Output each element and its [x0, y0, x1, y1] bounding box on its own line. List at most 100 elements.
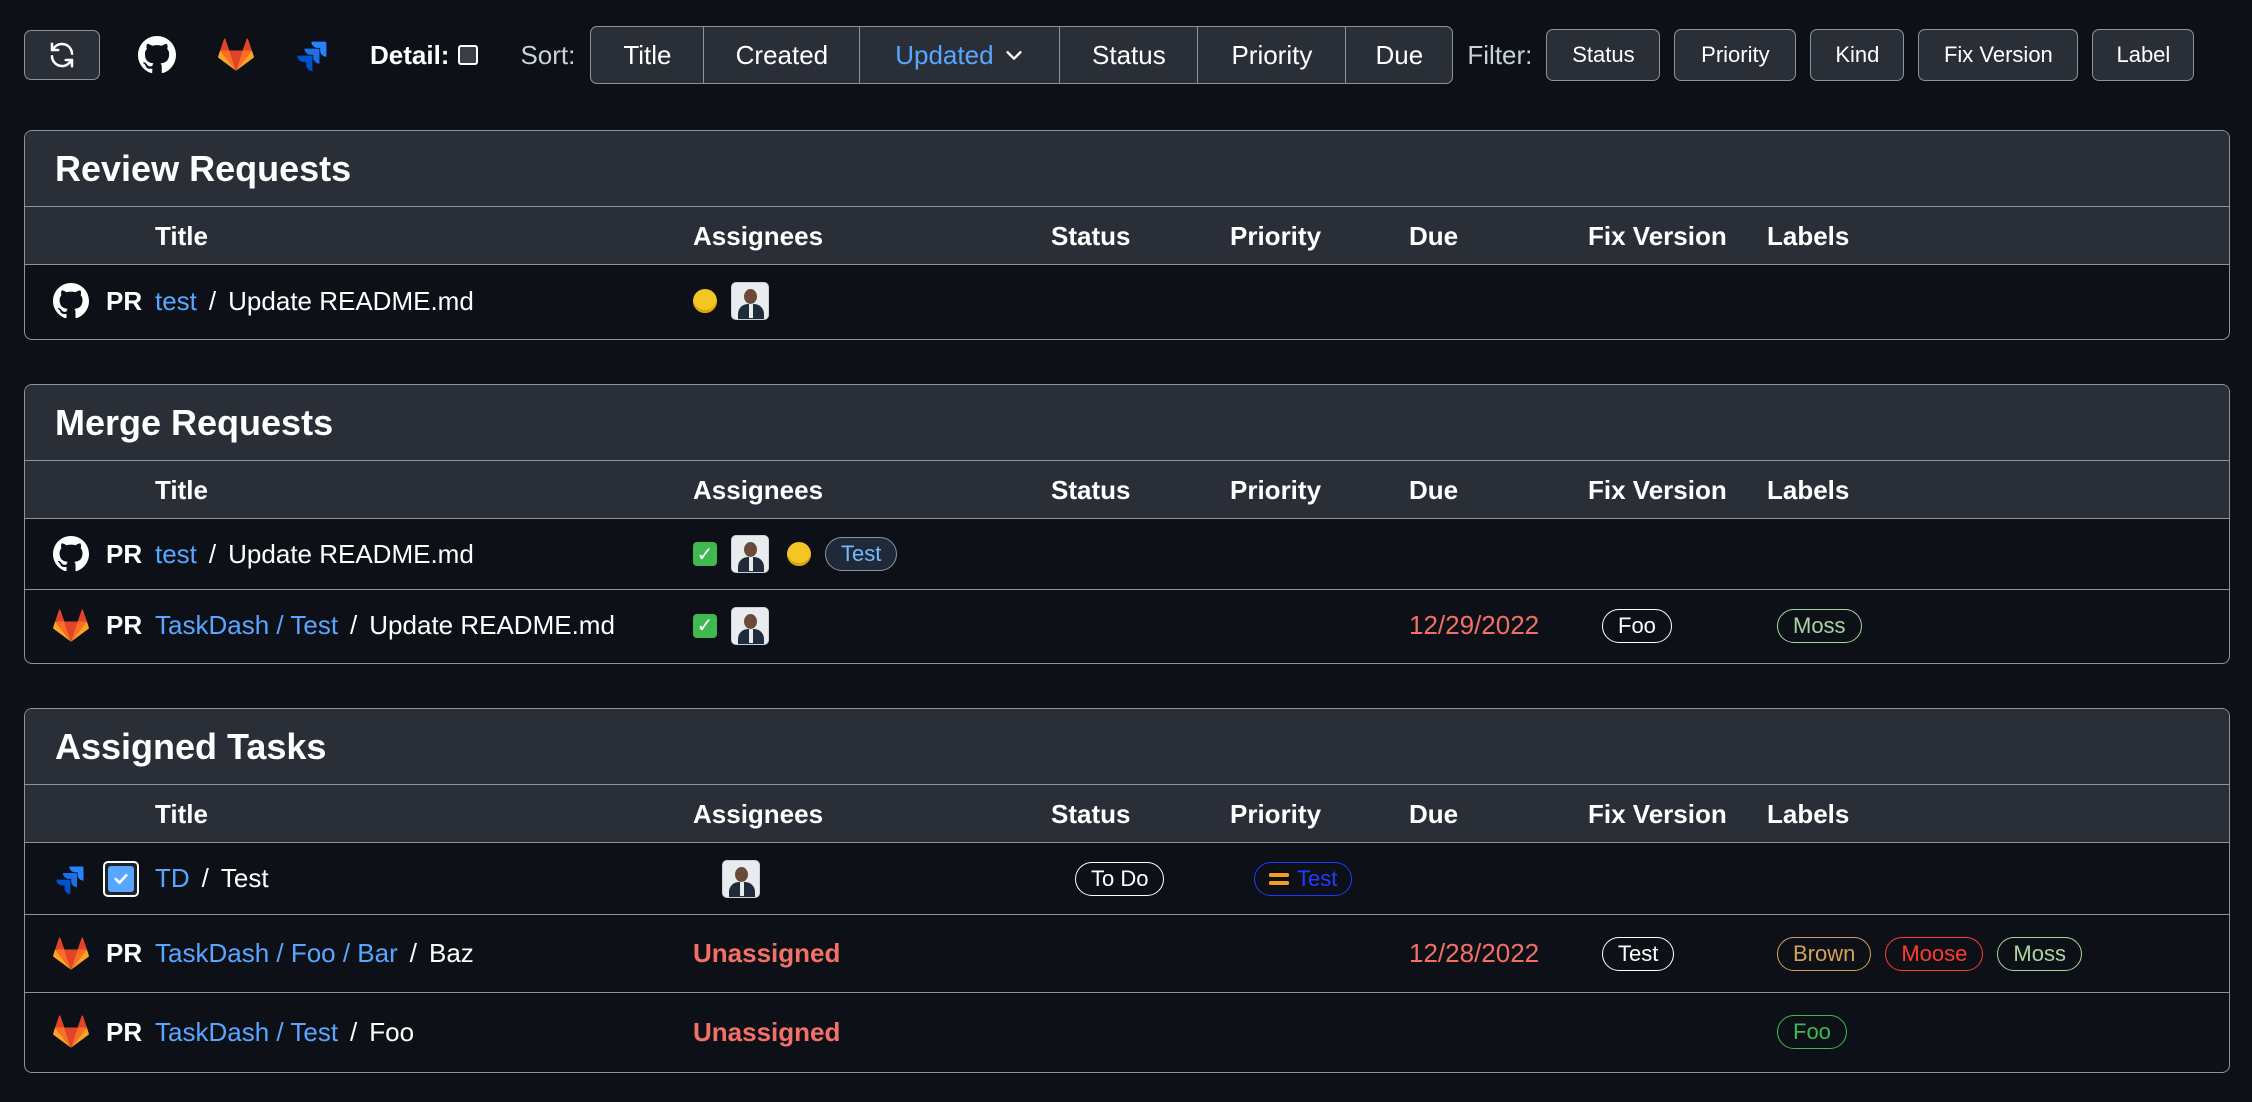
table-row[interactable]: TD / Test To Do Test	[25, 843, 2229, 915]
filter-status-button[interactable]: Status	[1546, 29, 1661, 81]
toolbar: Detail: Sort: Title Created Updated Stat…	[24, 26, 2228, 84]
sort-title-button[interactable]: Title	[591, 27, 705, 83]
gitlab-icon	[53, 609, 89, 642]
section-title: Assigned Tasks	[55, 725, 327, 767]
column-labels[interactable]: Labels	[1767, 475, 1849, 506]
filter-label-button[interactable]: Label	[2092, 29, 2195, 81]
kind-label: PR	[106, 538, 143, 569]
filter-priority-button[interactable]: Priority	[1674, 29, 1797, 81]
column-status[interactable]: Status	[1051, 799, 1130, 830]
jira-icon	[56, 866, 84, 894]
column-labels[interactable]: Labels	[1767, 799, 1849, 830]
column-fix-version[interactable]: Fix Version	[1588, 475, 1727, 506]
github-logo-icon[interactable]	[138, 36, 176, 74]
item-title[interactable]: Update README.md	[369, 610, 615, 641]
gitlab-logo-icon[interactable]	[218, 38, 254, 72]
priority-badge: Test	[1254, 861, 1353, 896]
repo-link[interactable]: TaskDash / Test	[155, 1017, 338, 1048]
pending-review-icon	[787, 542, 811, 566]
filter-kind-button[interactable]: Kind	[1810, 29, 1905, 81]
column-header-row: Title Assignees Status Priority Due Fix …	[25, 461, 2229, 519]
column-priority[interactable]: Priority	[1230, 221, 1321, 252]
table-row[interactable]: PR TaskDash / Test / Foo Unassigned Foo	[25, 993, 2229, 1071]
table-row[interactable]: PR test / Update README.md ✓ Test	[25, 519, 2229, 590]
sort-updated-label: Updated	[895, 39, 994, 70]
section-title: Merge Requests	[55, 401, 334, 443]
table-row[interactable]: PR TaskDash / Test / Update README.md ✓ …	[25, 590, 2229, 661]
table-row[interactable]: PR test / Update README.md	[25, 265, 2229, 337]
item-title[interactable]: Foo	[369, 1017, 414, 1048]
item-title[interactable]: Update README.md	[228, 286, 474, 317]
detail-checkbox[interactable]	[458, 45, 479, 65]
repo-link[interactable]: TaskDash / Test	[155, 610, 338, 641]
sort-status-button[interactable]: Status	[1060, 27, 1199, 83]
priority-medium-icon	[1269, 872, 1289, 885]
path-separator: /	[350, 610, 358, 640]
task-type-icon	[103, 860, 139, 897]
reviewer-team-badge: Test	[825, 537, 898, 571]
label-badge: Moss	[1777, 608, 1862, 643]
sort-priority-button[interactable]: Priority	[1198, 27, 1347, 83]
item-title[interactable]: Update README.md	[228, 539, 474, 570]
priority-label: Test	[1297, 865, 1338, 891]
column-priority[interactable]: Priority	[1230, 799, 1321, 830]
avatar	[731, 606, 769, 645]
kind-label: PR	[106, 1016, 143, 1047]
repo-link[interactable]: test	[155, 539, 197, 570]
pending-review-icon	[693, 289, 717, 313]
github-icon	[53, 536, 89, 572]
repo-link[interactable]: test	[155, 286, 197, 317]
assigned-tasks-section: Assigned Tasks Title Assignees Status Pr…	[24, 708, 2230, 1073]
kind-label: PR	[106, 938, 143, 968]
item-title[interactable]: Baz	[429, 938, 474, 969]
column-assignees[interactable]: Assignees	[693, 799, 823, 830]
column-labels[interactable]: Labels	[1767, 221, 1849, 252]
label-badge: Foo	[1777, 1015, 1847, 1049]
sort-created-button[interactable]: Created	[704, 27, 861, 83]
avatar	[731, 535, 769, 573]
fix-version-badge: Foo	[1602, 608, 1672, 643]
column-title[interactable]: Title	[155, 221, 208, 252]
unassigned-label: Unassigned	[693, 938, 841, 968]
column-fix-version[interactable]: Fix Version	[1588, 221, 1727, 252]
column-assignees[interactable]: Assignees	[693, 475, 823, 506]
path-separator: /	[350, 1016, 358, 1047]
item-title[interactable]: Test	[221, 863, 269, 894]
column-due[interactable]: Due	[1409, 221, 1458, 252]
project-link[interactable]: TD	[155, 863, 190, 894]
due-date: 12/28/2022	[1409, 938, 1540, 968]
unassigned-label: Unassigned	[693, 1016, 841, 1047]
column-due[interactable]: Due	[1409, 475, 1458, 506]
jira-logo-icon[interactable]	[296, 39, 328, 71]
label-badge: Moose	[1885, 936, 1984, 971]
refresh-icon	[50, 42, 74, 68]
section-header: Assigned Tasks	[25, 709, 2229, 785]
sort-segmented-control: Title Created Updated Status Priority Du…	[590, 26, 1454, 84]
column-title[interactable]: Title	[155, 475, 208, 506]
refresh-button[interactable]	[24, 30, 100, 80]
column-status[interactable]: Status	[1051, 475, 1130, 506]
filter-label: Filter:	[1467, 39, 1533, 70]
approved-check-icon: ✓	[693, 542, 717, 566]
column-priority[interactable]: Priority	[1230, 475, 1321, 506]
table-row[interactable]: PR TaskDash / Foo / Bar / Baz Unassigned…	[25, 915, 2229, 993]
fix-version-badge: Test	[1602, 936, 1675, 971]
path-separator: /	[208, 538, 217, 569]
label-badge: Brown	[1777, 936, 1872, 971]
column-status[interactable]: Status	[1051, 221, 1130, 252]
repo-link[interactable]: TaskDash / Foo / Bar	[155, 938, 398, 969]
column-fix-version[interactable]: Fix Version	[1588, 799, 1727, 830]
column-due[interactable]: Due	[1409, 799, 1458, 830]
filter-fix-version-button[interactable]: Fix Version	[1918, 29, 2079, 81]
column-title[interactable]: Title	[155, 799, 208, 830]
github-icon	[53, 283, 89, 319]
column-header-row: Title Assignees Status Priority Due Fix …	[25, 207, 2229, 265]
kind-label: PR	[106, 285, 143, 316]
gitlab-icon	[53, 937, 89, 970]
path-separator: /	[208, 285, 217, 316]
sort-due-button[interactable]: Due	[1346, 27, 1452, 83]
approved-check-icon: ✓	[693, 613, 717, 638]
column-assignees[interactable]: Assignees	[693, 221, 823, 252]
merge-requests-section: Merge Requests Title Assignees Status Pr…	[24, 384, 2230, 664]
sort-updated-button[interactable]: Updated	[860, 27, 1061, 83]
